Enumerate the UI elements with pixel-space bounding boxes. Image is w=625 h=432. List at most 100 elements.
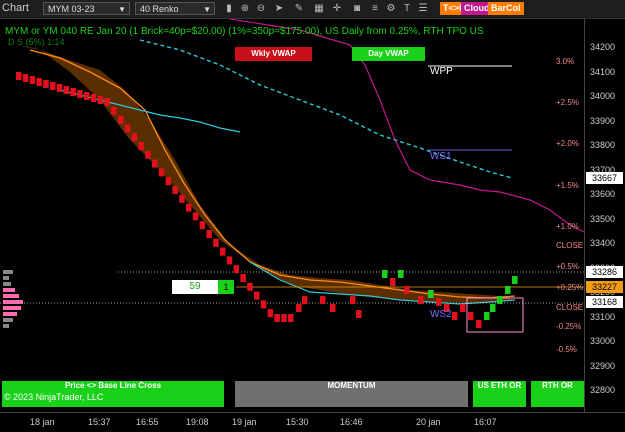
time-tick: 19:08	[186, 417, 209, 427]
down-brick	[118, 115, 124, 124]
chevron-down-icon: ▼	[118, 5, 126, 14]
close-label: CLOSE	[556, 241, 584, 250]
time-tick: 20 jan	[416, 417, 441, 427]
down-brick	[77, 90, 83, 98]
pct-label: 3.0%	[556, 57, 575, 66]
momentum-bar[interactable]: MOMENTUM	[235, 381, 468, 407]
cross-label: Price <> Base Line Cross	[64, 381, 162, 390]
time-tick: 15:30	[286, 417, 309, 427]
down-brick	[124, 124, 131, 133]
down-brick	[460, 304, 466, 312]
day-vwap-button[interactable]: Day VWAP	[352, 47, 425, 61]
zoom-in-icon[interactable]: ⊕	[238, 2, 252, 15]
down-brick	[63, 86, 70, 94]
down-brick	[302, 296, 308, 304]
time-tick: 16:07	[474, 417, 497, 427]
instrument-value: MYM 03-23	[48, 4, 95, 14]
rth-or-bar[interactable]: RTH OR	[531, 381, 584, 407]
cursor-icon[interactable]: ➤	[272, 2, 286, 15]
down-brick	[165, 177, 172, 186]
down-brick	[296, 304, 302, 312]
text-icon[interactable]: T	[400, 2, 414, 15]
down-brick	[226, 256, 233, 265]
chart-toolbar: Chart MYM 03-23 ▼ 40 Renko ▼ ▮ ⊕ ⊖ ➤ ✎ ▦…	[0, 0, 625, 19]
chart-plot-area[interactable]: Wkly VWAP Day VWAP WPP WS1 WS2 3.0% +2.5…	[0, 18, 585, 412]
us-eth-or-label: US ETH OR	[477, 381, 522, 390]
rth-or-label: RTH OR	[542, 381, 573, 390]
price-tick: 33800	[590, 140, 616, 150]
price-tick: 33900	[590, 115, 616, 126]
instrument-selector[interactable]: MYM 03-23 ▼	[43, 2, 130, 15]
pencil-icon[interactable]: ✎	[292, 2, 306, 15]
price-tick: 32800	[590, 385, 616, 395]
down-brick	[50, 82, 56, 90]
up-brick	[382, 270, 388, 278]
price-tick: 34200	[590, 42, 616, 52]
time-tick: 16:55	[136, 417, 159, 427]
list-icon[interactable]: ☰	[416, 2, 430, 15]
down-brick	[233, 265, 240, 274]
us-eth-or-bar[interactable]: US ETH OR	[473, 381, 526, 407]
price-box-33227: 33227	[586, 281, 623, 293]
price-tick: 33100	[590, 311, 616, 322]
pct-label: +2.0%	[556, 139, 579, 148]
down-brick	[56, 84, 63, 92]
down-brick	[418, 296, 424, 304]
time-tick: 18 jan	[30, 417, 55, 427]
wkly-vwap-button[interactable]: Wkly VWAP	[235, 47, 312, 61]
down-brick	[476, 320, 482, 328]
down-brick	[220, 247, 226, 256]
barcol-button[interactable]: BarCol	[488, 2, 524, 15]
down-brick	[84, 92, 90, 100]
price-chart	[0, 18, 585, 333]
pct-label: -0.25%	[556, 322, 582, 331]
down-brick	[138, 142, 144, 150]
down-brick	[111, 106, 117, 115]
crosshair-icon[interactable]: ✛	[330, 2, 344, 15]
down-brick	[274, 314, 280, 322]
down-brick	[90, 94, 97, 102]
down-brick	[152, 159, 158, 168]
pct-label: +1.0%	[556, 222, 579, 231]
down-brick	[267, 309, 274, 318]
down-brick	[29, 76, 36, 84]
down-brick	[199, 221, 206, 230]
up-brick	[505, 286, 511, 294]
window-title: Chart	[2, 2, 29, 14]
up-brick	[484, 312, 490, 320]
down-brick	[104, 98, 110, 106]
down-brick	[36, 78, 42, 86]
bar-type-selector[interactable]: 40 Renko ▼	[135, 2, 215, 15]
pct-label: -0.5%	[556, 345, 577, 354]
down-brick	[350, 296, 356, 304]
price-box-33168: 33168	[586, 296, 623, 308]
down-brick	[281, 314, 287, 322]
grid-icon[interactable]: ▦	[312, 2, 326, 15]
down-brick	[16, 72, 22, 80]
price-tick: 34100	[590, 66, 616, 77]
lines-icon[interactable]: ≡	[368, 2, 382, 15]
up-brick	[512, 276, 518, 284]
down-brick	[131, 133, 138, 142]
camera-icon[interactable]: ◙	[350, 2, 364, 15]
pct-label: +2.5%	[556, 98, 579, 107]
down-brick	[213, 238, 219, 247]
down-brick	[404, 286, 410, 294]
down-brick	[186, 203, 192, 212]
price-tick: 32900	[590, 360, 616, 371]
down-brick	[172, 186, 178, 194]
down-brick	[179, 194, 185, 203]
pct-label: +1.5%	[556, 181, 579, 190]
down-brick	[320, 296, 326, 304]
down-brick	[145, 150, 151, 159]
down-brick	[436, 298, 442, 306]
momentum-label: MOMENTUM	[327, 381, 376, 390]
zoom-out-icon[interactable]: ⊖	[254, 2, 268, 15]
settings-icon[interactable]: ⚙	[384, 2, 398, 15]
down-brick	[468, 312, 474, 320]
chart-info-line: MYM or YM 040 RE Jan 20 (1 Brick=40p=$20…	[5, 26, 484, 37]
pct-label: +0.5%	[556, 262, 579, 271]
bar-chart-icon[interactable]: ▮	[222, 2, 236, 15]
down-brick	[97, 96, 104, 104]
up-brick	[398, 270, 404, 278]
